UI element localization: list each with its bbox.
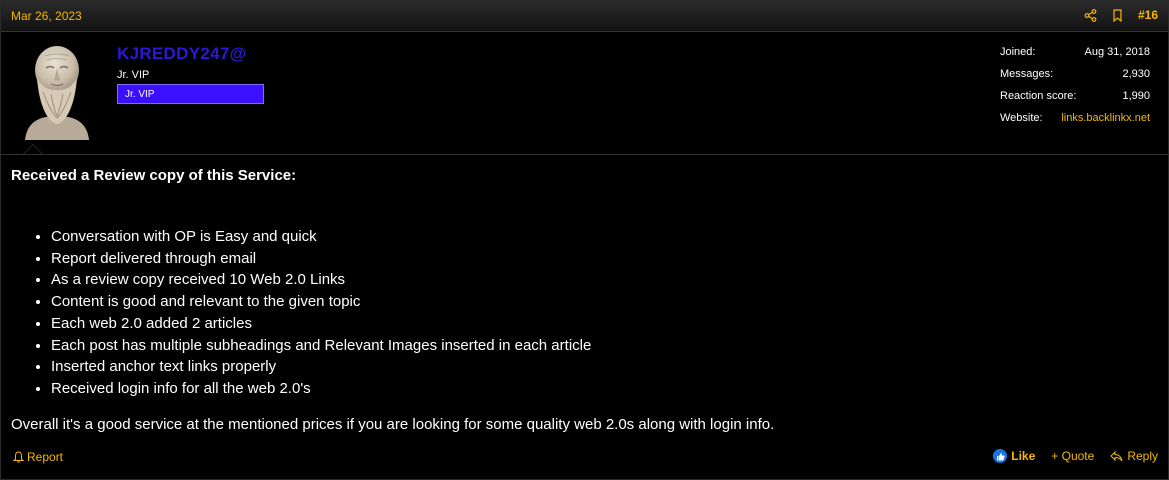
- username-link[interactable]: KJREDDY247@: [117, 44, 246, 64]
- stat-label: Joined:: [1000, 46, 1036, 58]
- stat-messages: Messages: 2,930: [1000, 67, 1150, 89]
- post-bullet-list: Conversation with OP is Easy and quick R…: [11, 226, 1151, 400]
- website-link[interactable]: links.backlinkx.net: [1061, 111, 1150, 133]
- post-date[interactable]: Mar 26, 2023: [11, 9, 82, 23]
- report-button[interactable]: Report: [13, 450, 63, 464]
- like-label: Like: [1011, 449, 1036, 463]
- like-button[interactable]: Like: [993, 449, 1035, 463]
- list-item: Inserted anchor text links properly: [51, 356, 1151, 378]
- reply-icon: [1110, 450, 1123, 461]
- post-header: Mar 26, 2023 #16: [1, 1, 1168, 32]
- post-actions: Like + Quote Reply: [993, 449, 1158, 463]
- stat-value: 2,930: [1122, 68, 1150, 80]
- stat-label: Website:: [1000, 112, 1043, 124]
- bell-icon: [13, 451, 24, 463]
- reply-button[interactable]: Reply: [1110, 449, 1158, 463]
- post-summary: Overall it's a good service at the menti…: [11, 415, 775, 433]
- list-item: Content is good and relevant to the give…: [51, 291, 1151, 313]
- post-footer: Report Like + Quote Reply: [1, 447, 1168, 469]
- stat-reaction-score: Reaction score: 1,990: [1000, 89, 1150, 111]
- report-label: Report: [27, 450, 64, 464]
- user-stats: Joined: Aug 31, 2018 Messages: 2,930 Rea…: [1000, 45, 1150, 133]
- post-header-actions: #16: [1084, 8, 1158, 22]
- stat-value: 1,990: [1122, 90, 1150, 102]
- stat-value: Aug 31, 2018: [1084, 46, 1150, 58]
- list-item: Received login info for all the web 2.0'…: [51, 378, 1151, 400]
- user-info-block: KJREDDY247@ Jr. VIP Jr. VIP Joined: Aug …: [1, 32, 1168, 155]
- post-container: Mar 26, 2023 #16 KJREDDY247@ Jr. VIP Jr.…: [0, 0, 1169, 480]
- message-arrow: [23, 144, 43, 154]
- user-title: Jr. VIP: [117, 69, 150, 81]
- like-icon: [993, 449, 1008, 463]
- stat-label: Reaction score:: [1000, 90, 1077, 102]
- quote-button[interactable]: + Quote: [1051, 449, 1094, 463]
- post-heading: Received a Review copy of this Service:: [11, 167, 297, 184]
- list-item: As a review copy received 10 Web 2.0 Lin…: [51, 269, 1151, 291]
- list-item: Each web 2.0 added 2 articles: [51, 313, 1151, 335]
- post-number-link[interactable]: #16: [1138, 8, 1158, 22]
- bookmark-icon[interactable]: [1111, 8, 1124, 22]
- share-icon[interactable]: [1084, 8, 1097, 22]
- stat-label: Messages:: [1000, 68, 1054, 80]
- list-item: Report delivered through email: [51, 248, 1151, 270]
- avatar[interactable]: [21, 42, 93, 140]
- user-banner: Jr. VIP: [117, 84, 264, 104]
- list-item: Conversation with OP is Easy and quick: [51, 226, 1151, 248]
- list-item: Each post has multiple subheadings and R…: [51, 335, 1151, 357]
- stat-joined: Joined: Aug 31, 2018: [1000, 45, 1150, 67]
- stat-website: Website: links.backlinkx.net: [1000, 111, 1150, 133]
- post-content: Received a Review copy of this Service: …: [11, 166, 1151, 435]
- reply-label: Reply: [1127, 449, 1158, 463]
